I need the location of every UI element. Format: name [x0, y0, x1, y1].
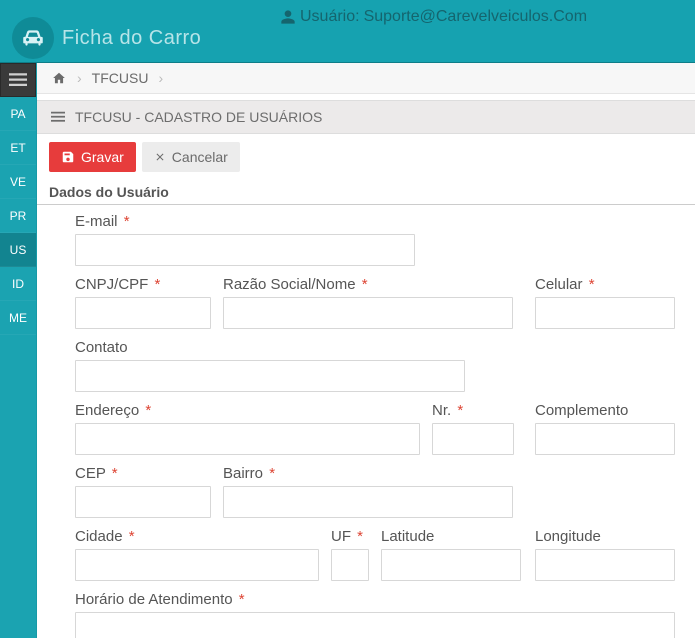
toolbar: Gravar Cancelar	[37, 134, 695, 180]
sidebar-item-us[interactable]: US	[0, 233, 36, 267]
nr-input[interactable]	[432, 423, 514, 455]
label-cnpj: CNPJ/CPF *	[75, 276, 211, 293]
panel-title: TFCUSU - CADASTRO DE USUÁRIOS	[75, 109, 322, 125]
app-title: Ficha do Carro	[62, 27, 201, 50]
label-uf: UF *	[331, 528, 369, 545]
label-endereco: Endereço *	[75, 402, 420, 419]
complemento-input[interactable]	[535, 423, 675, 455]
home-icon[interactable]	[51, 71, 67, 85]
save-label: Gravar	[81, 149, 124, 165]
user-info: Usuário: Suporte@Carevelveiculos.Com	[280, 8, 587, 26]
menu-toggle-button[interactable]	[0, 63, 36, 97]
breadcrumb-sep-2: ›	[158, 70, 163, 86]
label-complemento: Complemento	[535, 402, 675, 419]
email-input[interactable]	[75, 234, 415, 266]
logo-wrap: Ficha do Carro	[12, 17, 201, 59]
sidebar-item-et[interactable]: ET	[0, 131, 36, 165]
label-contato: Contato	[75, 339, 465, 356]
user-prefix: Usuário:	[300, 8, 360, 26]
label-longitude: Longitude	[535, 528, 675, 545]
list-icon	[51, 111, 65, 123]
contato-input[interactable]	[75, 360, 465, 392]
logo-circle	[12, 17, 54, 59]
endereco-input[interactable]	[75, 423, 420, 455]
horario-input[interactable]	[75, 612, 675, 638]
label-latitude: Latitude	[381, 528, 521, 545]
breadcrumb-item[interactable]: TFCUSU	[92, 70, 149, 86]
close-icon	[154, 151, 166, 163]
breadcrumb-sep-1: ›	[77, 70, 82, 86]
label-bairro: Bairro *	[223, 465, 513, 482]
label-celular: Celular *	[535, 276, 675, 293]
sidebar-item-pa[interactable]: PA	[0, 97, 36, 131]
sidebar-item-ve[interactable]: VE	[0, 165, 36, 199]
section-title: Dados do Usuário	[37, 180, 695, 205]
longitude-input[interactable]	[535, 549, 675, 581]
cnpj-input[interactable]	[75, 297, 211, 329]
razao-input[interactable]	[223, 297, 513, 329]
label-cidade: Cidade *	[75, 528, 319, 545]
uf-input[interactable]	[331, 549, 369, 581]
car-icon	[20, 25, 46, 51]
menu-icon	[9, 73, 27, 87]
latitude-input[interactable]	[381, 549, 521, 581]
cancel-button[interactable]: Cancelar	[142, 142, 240, 172]
user-icon	[280, 9, 296, 25]
cancel-label: Cancelar	[172, 149, 228, 165]
label-razao: Razão Social/Nome *	[223, 276, 513, 293]
label-nr: Nr. *	[432, 402, 514, 419]
celular-input[interactable]	[535, 297, 675, 329]
top-bar: Usuário: Suporte@Carevelveiculos.Com Fic…	[0, 0, 695, 63]
main: › TFCUSU › TFCUSU - CADASTRO DE USUÁRIOS…	[37, 63, 695, 638]
sidebar: PA ET VE PR US ID ME	[0, 63, 37, 638]
cidade-input[interactable]	[75, 549, 319, 581]
cep-input[interactable]	[75, 486, 211, 518]
save-icon	[61, 150, 75, 164]
sidebar-item-id[interactable]: ID	[0, 267, 36, 301]
bairro-input[interactable]	[223, 486, 513, 518]
save-button[interactable]: Gravar	[49, 142, 136, 172]
panel-header: TFCUSU - CADASTRO DE USUÁRIOS	[37, 100, 695, 134]
breadcrumb: › TFCUSU ›	[37, 63, 695, 94]
sidebar-item-me[interactable]: ME	[0, 301, 36, 335]
label-email: E-mail *	[75, 213, 415, 230]
label-horario: Horário de Atendimento *	[75, 591, 675, 608]
sidebar-item-pr[interactable]: PR	[0, 199, 36, 233]
form: E-mail * CNPJ/CPF * Razão Social/Nome * …	[37, 213, 695, 638]
user-email: Suporte@Carevelveiculos.Com	[364, 8, 587, 26]
label-cep: CEP *	[75, 465, 211, 482]
